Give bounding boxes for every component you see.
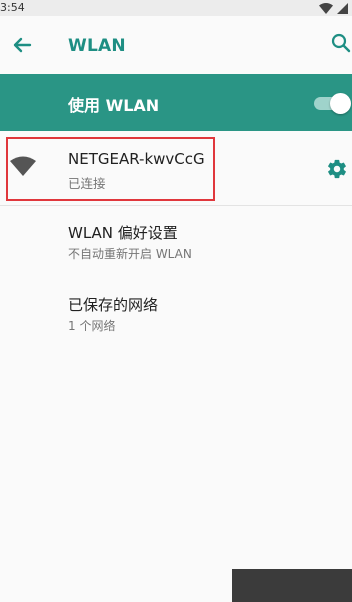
saved-networks-title: 已保存的网络 bbox=[68, 296, 159, 314]
toggle-thumb bbox=[330, 93, 351, 114]
wlan-preferences-title: WLAN 偏好设置 bbox=[68, 224, 178, 242]
wifi-icon bbox=[10, 156, 36, 176]
page-title: WLAN bbox=[68, 36, 126, 56]
network-name: NETGEAR-kwvCcG bbox=[68, 150, 205, 168]
saved-networks-item[interactable]: 已保存的网络 1 个网络 bbox=[0, 294, 352, 356]
wlan-master-switch-bar[interactable]: 使用 WLAN bbox=[0, 74, 352, 131]
corner-overlay bbox=[232, 569, 352, 602]
cell-signal-icon bbox=[337, 2, 348, 14]
saved-networks-subtitle: 1 个网络 bbox=[68, 319, 116, 333]
divider bbox=[0, 205, 352, 206]
network-status: 已连接 bbox=[68, 176, 106, 191]
back-arrow-icon[interactable] bbox=[8, 31, 36, 59]
connected-network-row[interactable]: NETGEAR-kwvCcG 已连接 bbox=[0, 131, 352, 205]
status-time: 3:54 bbox=[0, 1, 25, 14]
app-bar: WLAN bbox=[0, 16, 352, 74]
master-switch-label: 使用 WLAN bbox=[68, 96, 160, 115]
wlan-preferences-subtitle: 不自动重新开启 WLAN bbox=[68, 247, 192, 261]
wlan-toggle[interactable] bbox=[312, 92, 352, 114]
search-icon[interactable] bbox=[330, 32, 352, 56]
gear-icon[interactable] bbox=[326, 158, 348, 180]
status-bar: 3:54 bbox=[0, 0, 352, 16]
highlight-box bbox=[6, 137, 215, 201]
status-icons bbox=[319, 0, 348, 16]
wifi-signal-icon bbox=[319, 2, 333, 14]
wlan-preferences-item[interactable]: WLAN 偏好设置 不自动重新开启 WLAN bbox=[0, 222, 352, 284]
